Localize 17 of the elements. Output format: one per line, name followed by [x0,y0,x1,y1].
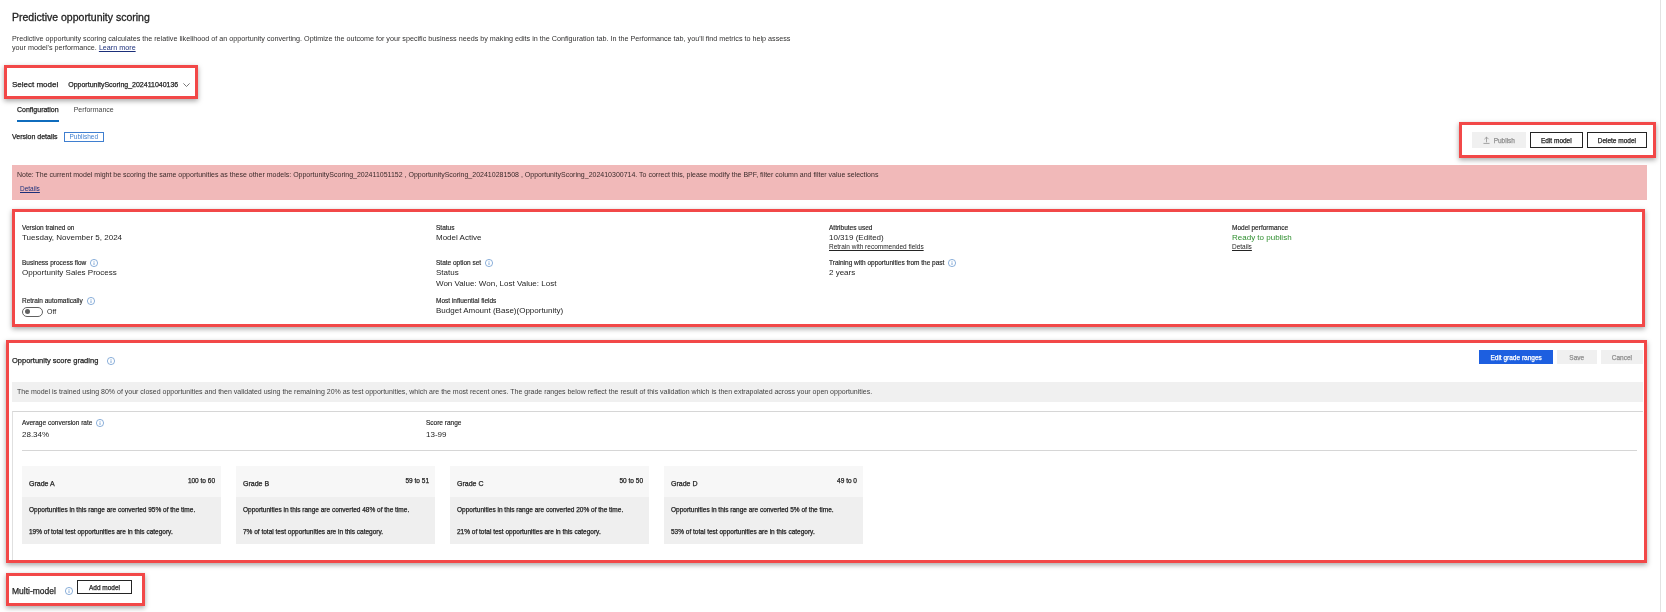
select-label: Select model [12,80,59,90]
upload-icon [1482,136,1490,144]
field-value: 10/319 (Edited) [829,232,884,243]
field-value: Opportunity Sales Process [22,267,117,278]
field-value: Tuesday, November 5, 2024 [22,232,123,243]
field-value: 2 years [829,267,856,278]
field-value: Status [436,267,459,278]
section-title: Multi-model [12,586,56,596]
field-value: Won Value: Won, Lost Value: Lost [436,278,557,289]
field-value: Model Active [436,232,482,243]
status-value: Ready to publish [1232,232,1292,243]
chevron-down-icon [183,83,191,87]
stat-value: 13-99 [426,429,447,440]
stat-value: 28.34% [22,429,50,440]
field-value: Budget Amount (Base)(Opportunity) [436,305,564,316]
page-title: Predictive opportunity scoring [12,11,150,24]
toggle-switch[interactable] [22,306,43,317]
